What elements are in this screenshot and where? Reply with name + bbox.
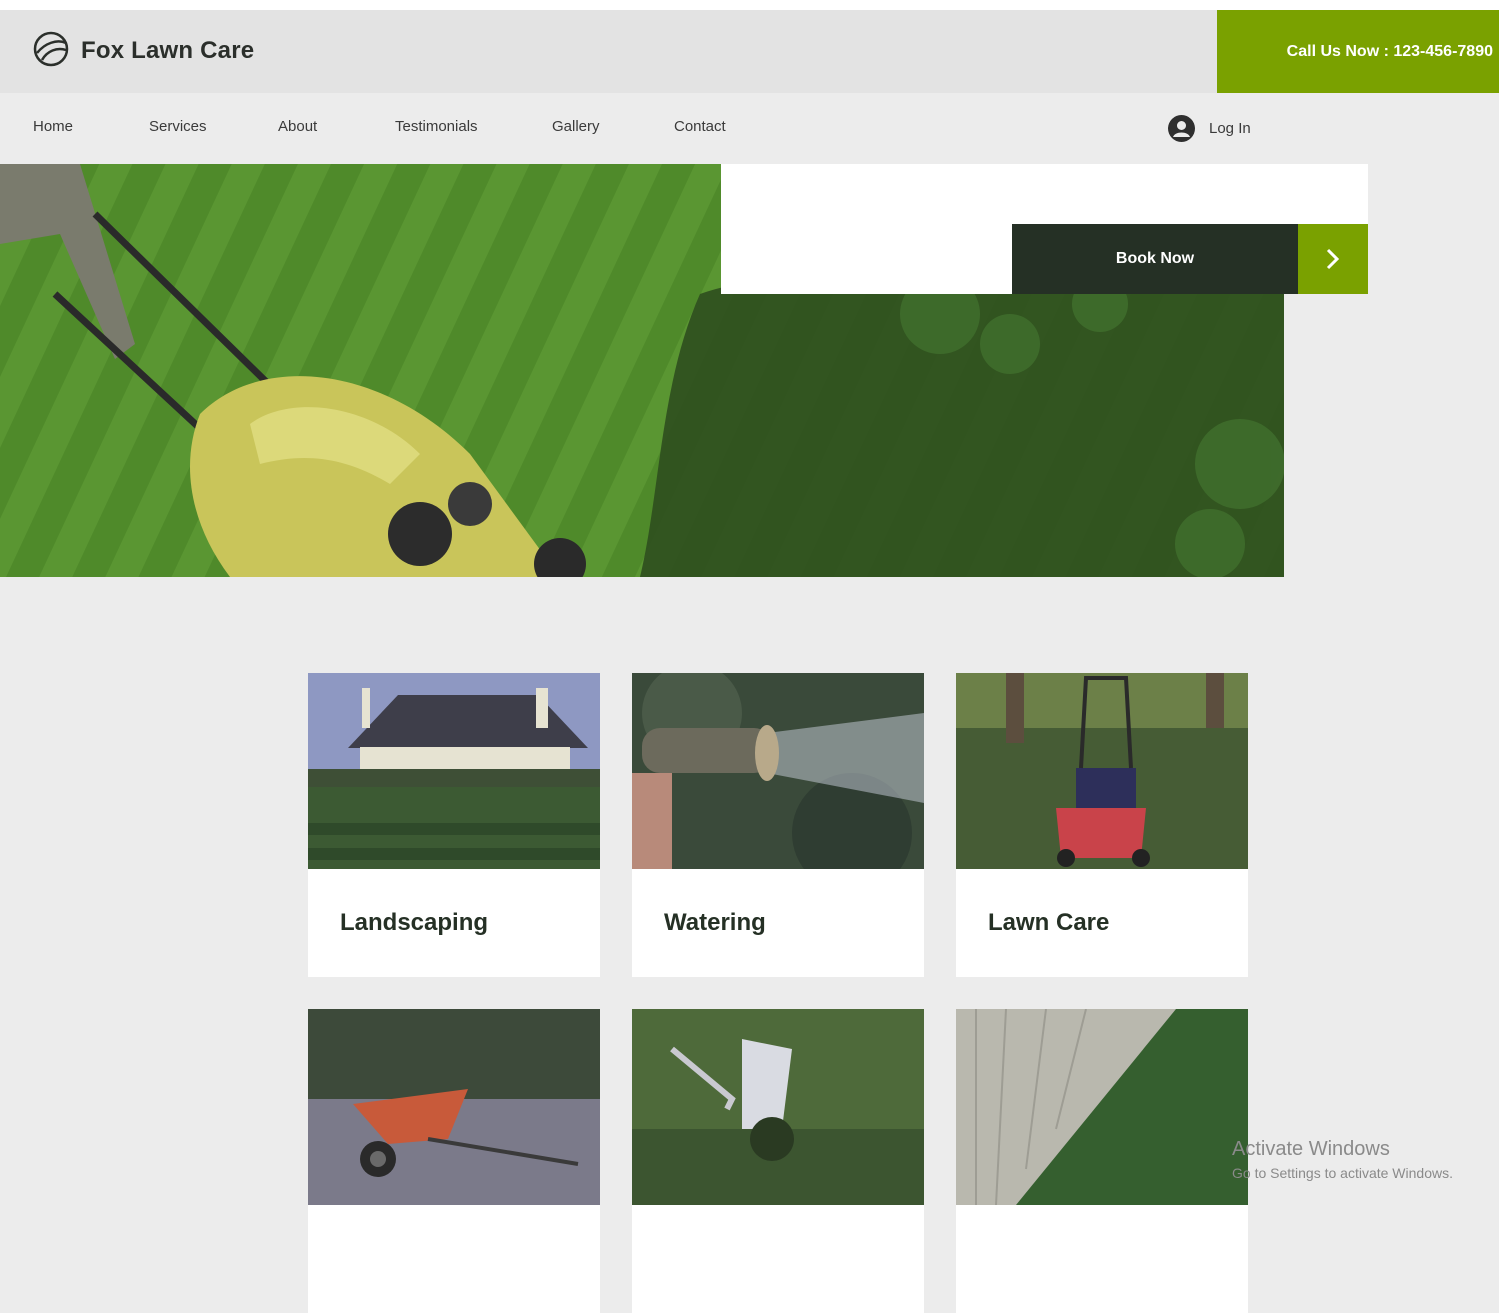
call-us-text: Call Us Now : 123-456-7890 <box>1286 42 1493 60</box>
site-header: Fox Lawn Care Call Us Now : 123-456-7890 <box>0 10 1499 93</box>
service-title: Lawn Care <box>988 909 1110 936</box>
wheelbarrow-image <box>308 1009 600 1205</box>
lawn-mower-image <box>956 673 1248 869</box>
leaf-logo-icon <box>33 31 69 67</box>
book-now-arrow-button[interactable] <box>1298 224 1368 294</box>
service-card-fence[interactable] <box>956 1009 1248 1313</box>
watermark-title: Activate Windows <box>1232 1138 1390 1160</box>
house-lawn-image <box>308 673 600 869</box>
nav-item-contact[interactable]: Contact <box>674 118 726 135</box>
service-title: Watering <box>664 909 766 936</box>
nav-item-gallery[interactable]: Gallery <box>552 118 600 135</box>
fence-lawn-image <box>956 1009 1248 1205</box>
book-now-button[interactable]: Book Now <box>1012 224 1298 294</box>
service-card-landscaping[interactable]: Landscaping <box>308 673 600 977</box>
weeding-tool-image <box>632 1009 924 1205</box>
service-card-weeding[interactable] <box>632 1009 924 1313</box>
nav-item-home[interactable]: Home <box>33 118 73 135</box>
service-title <box>308 1205 600 1313</box>
call-us-banner[interactable]: Call Us Now : 123-456-7890 <box>1217 10 1499 93</box>
site-name[interactable]: Fox Lawn Care <box>81 37 254 65</box>
chevron-right-icon <box>1326 248 1340 270</box>
nav-item-about[interactable]: About <box>278 118 317 135</box>
service-card-wheelbarrow[interactable] <box>308 1009 600 1313</box>
service-title <box>632 1205 924 1313</box>
login-label: Log In <box>1209 120 1251 137</box>
nav-item-services[interactable]: Services <box>149 118 207 135</box>
book-now-label: Book Now <box>1115 250 1195 267</box>
nav-item-testimonials[interactable]: Testimonials <box>395 118 478 135</box>
hose-spray-image <box>632 673 924 869</box>
service-title <box>956 1205 1248 1313</box>
service-title: Landscaping <box>340 909 489 936</box>
top-strip <box>0 0 1499 10</box>
service-card-lawn-care[interactable]: Lawn Care <box>956 673 1248 977</box>
user-avatar-icon <box>1168 115 1195 142</box>
login-button[interactable]: Log In <box>1168 115 1251 142</box>
main-nav: Home Services About Testimonials Gallery… <box>0 93 1499 164</box>
watermark-subtitle: Go to Settings to activate Windows. <box>1232 1165 1453 1181</box>
service-card-watering[interactable]: Watering <box>632 673 924 977</box>
windows-activation-watermark: Activate Windows Go to Settings to activ… <box>1232 1138 1453 1181</box>
